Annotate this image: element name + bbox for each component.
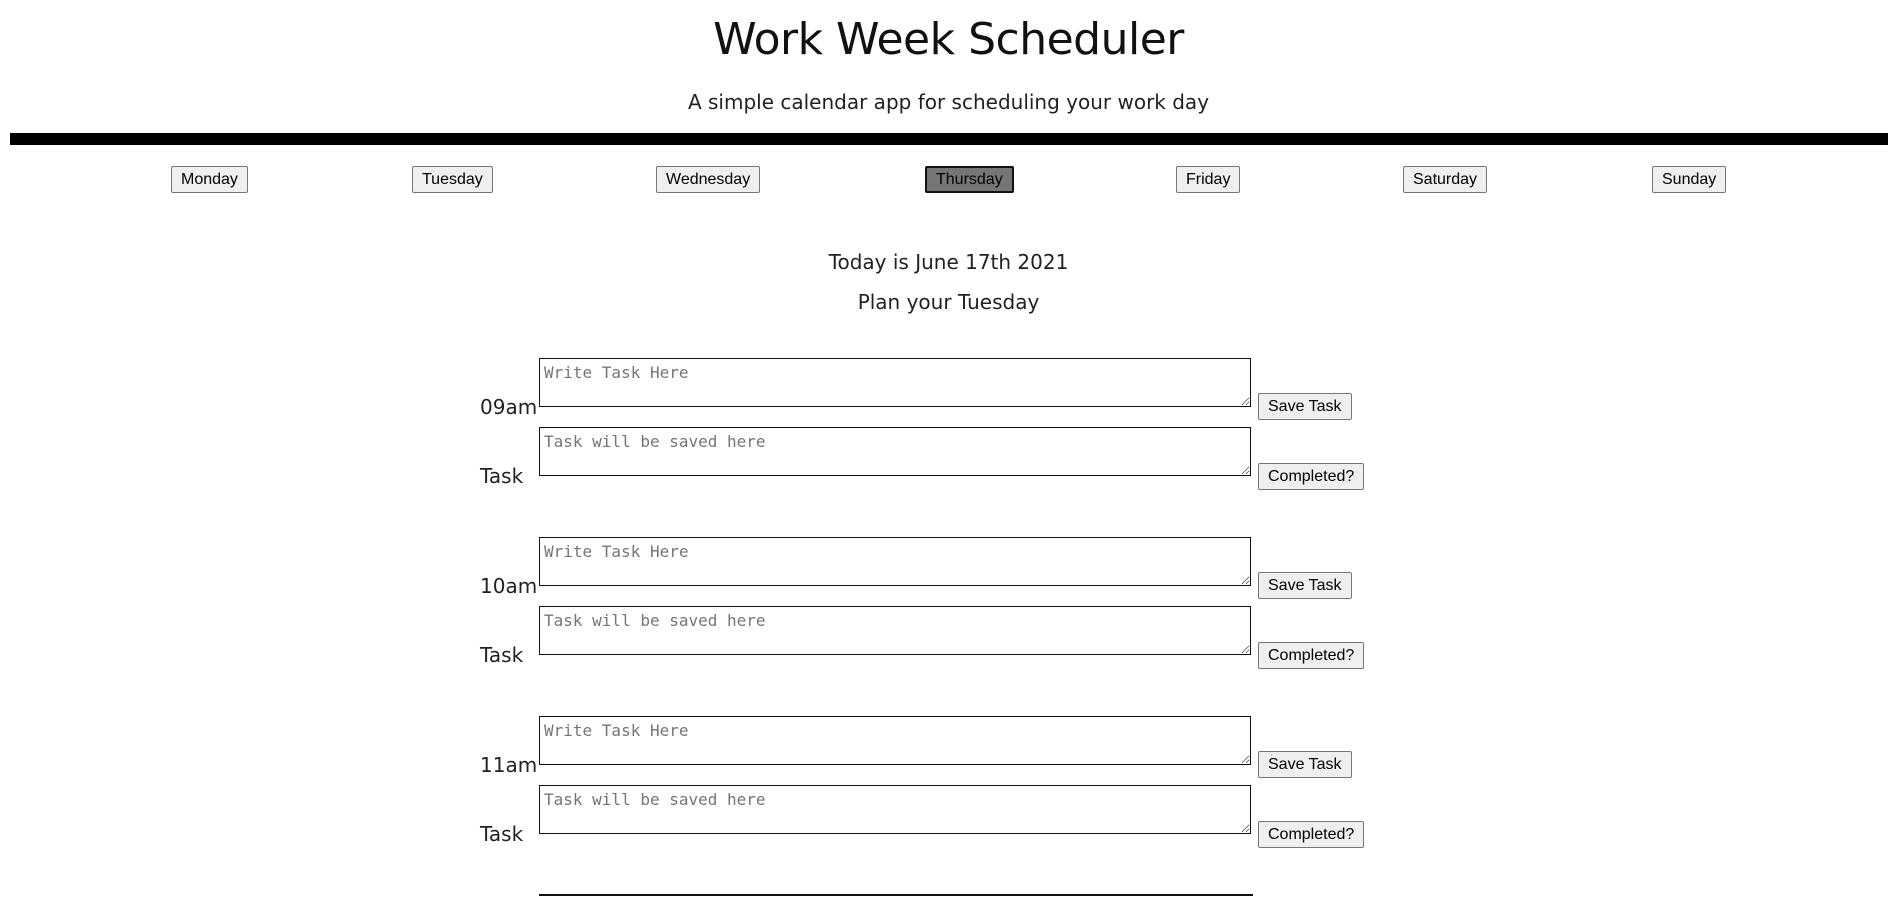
save-task-button[interactable]: Save Task xyxy=(1258,751,1352,778)
day-button-thursday[interactable]: Thursday xyxy=(925,166,1014,193)
hour-block-10am: 10am Save Task Task Completed? xyxy=(0,537,1897,687)
next-task-input-edge xyxy=(539,894,1253,896)
completed-button[interactable]: Completed? xyxy=(1258,821,1365,848)
task-input[interactable] xyxy=(539,358,1251,407)
hour-label: 11am xyxy=(480,753,538,777)
task-label: Task xyxy=(480,822,524,846)
day-button-wednesday[interactable]: Wednesday xyxy=(656,166,761,193)
page-title: Work Week Scheduler xyxy=(713,14,1184,65)
saved-task-field[interactable] xyxy=(539,427,1251,476)
page: Work Week Scheduler A simple calendar ap… xyxy=(0,0,1897,897)
save-task-button[interactable]: Save Task xyxy=(1258,572,1352,599)
hour-label: 10am xyxy=(480,574,538,598)
current-date: Today is June 17th 2021 xyxy=(828,250,1069,274)
header-divider xyxy=(10,133,1888,145)
task-input[interactable] xyxy=(539,716,1251,765)
page-subtitle: A simple calendar app for scheduling you… xyxy=(687,90,1210,114)
day-button-monday[interactable]: Monday xyxy=(171,166,248,193)
save-task-button[interactable]: Save Task xyxy=(1258,393,1352,420)
day-button-saturday[interactable]: Saturday xyxy=(1403,166,1488,193)
completed-button[interactable]: Completed? xyxy=(1258,642,1365,669)
day-button-friday[interactable]: Friday xyxy=(1176,166,1241,193)
day-button-sunday[interactable]: Sunday xyxy=(1652,166,1727,193)
task-label: Task xyxy=(480,464,524,488)
task-label: Task xyxy=(480,643,524,667)
hour-block-11am: 11am Save Task Task Completed? xyxy=(0,716,1897,866)
plan-heading: Plan your Tuesday xyxy=(857,290,1040,314)
saved-task-field[interactable] xyxy=(539,606,1251,655)
task-input[interactable] xyxy=(539,537,1251,586)
hour-block-09am: 09am Save Task Task Completed? xyxy=(0,358,1897,508)
saved-task-field[interactable] xyxy=(539,785,1251,834)
hour-label: 09am xyxy=(480,395,538,419)
day-button-tuesday[interactable]: Tuesday xyxy=(412,166,493,193)
completed-button[interactable]: Completed? xyxy=(1258,463,1365,490)
